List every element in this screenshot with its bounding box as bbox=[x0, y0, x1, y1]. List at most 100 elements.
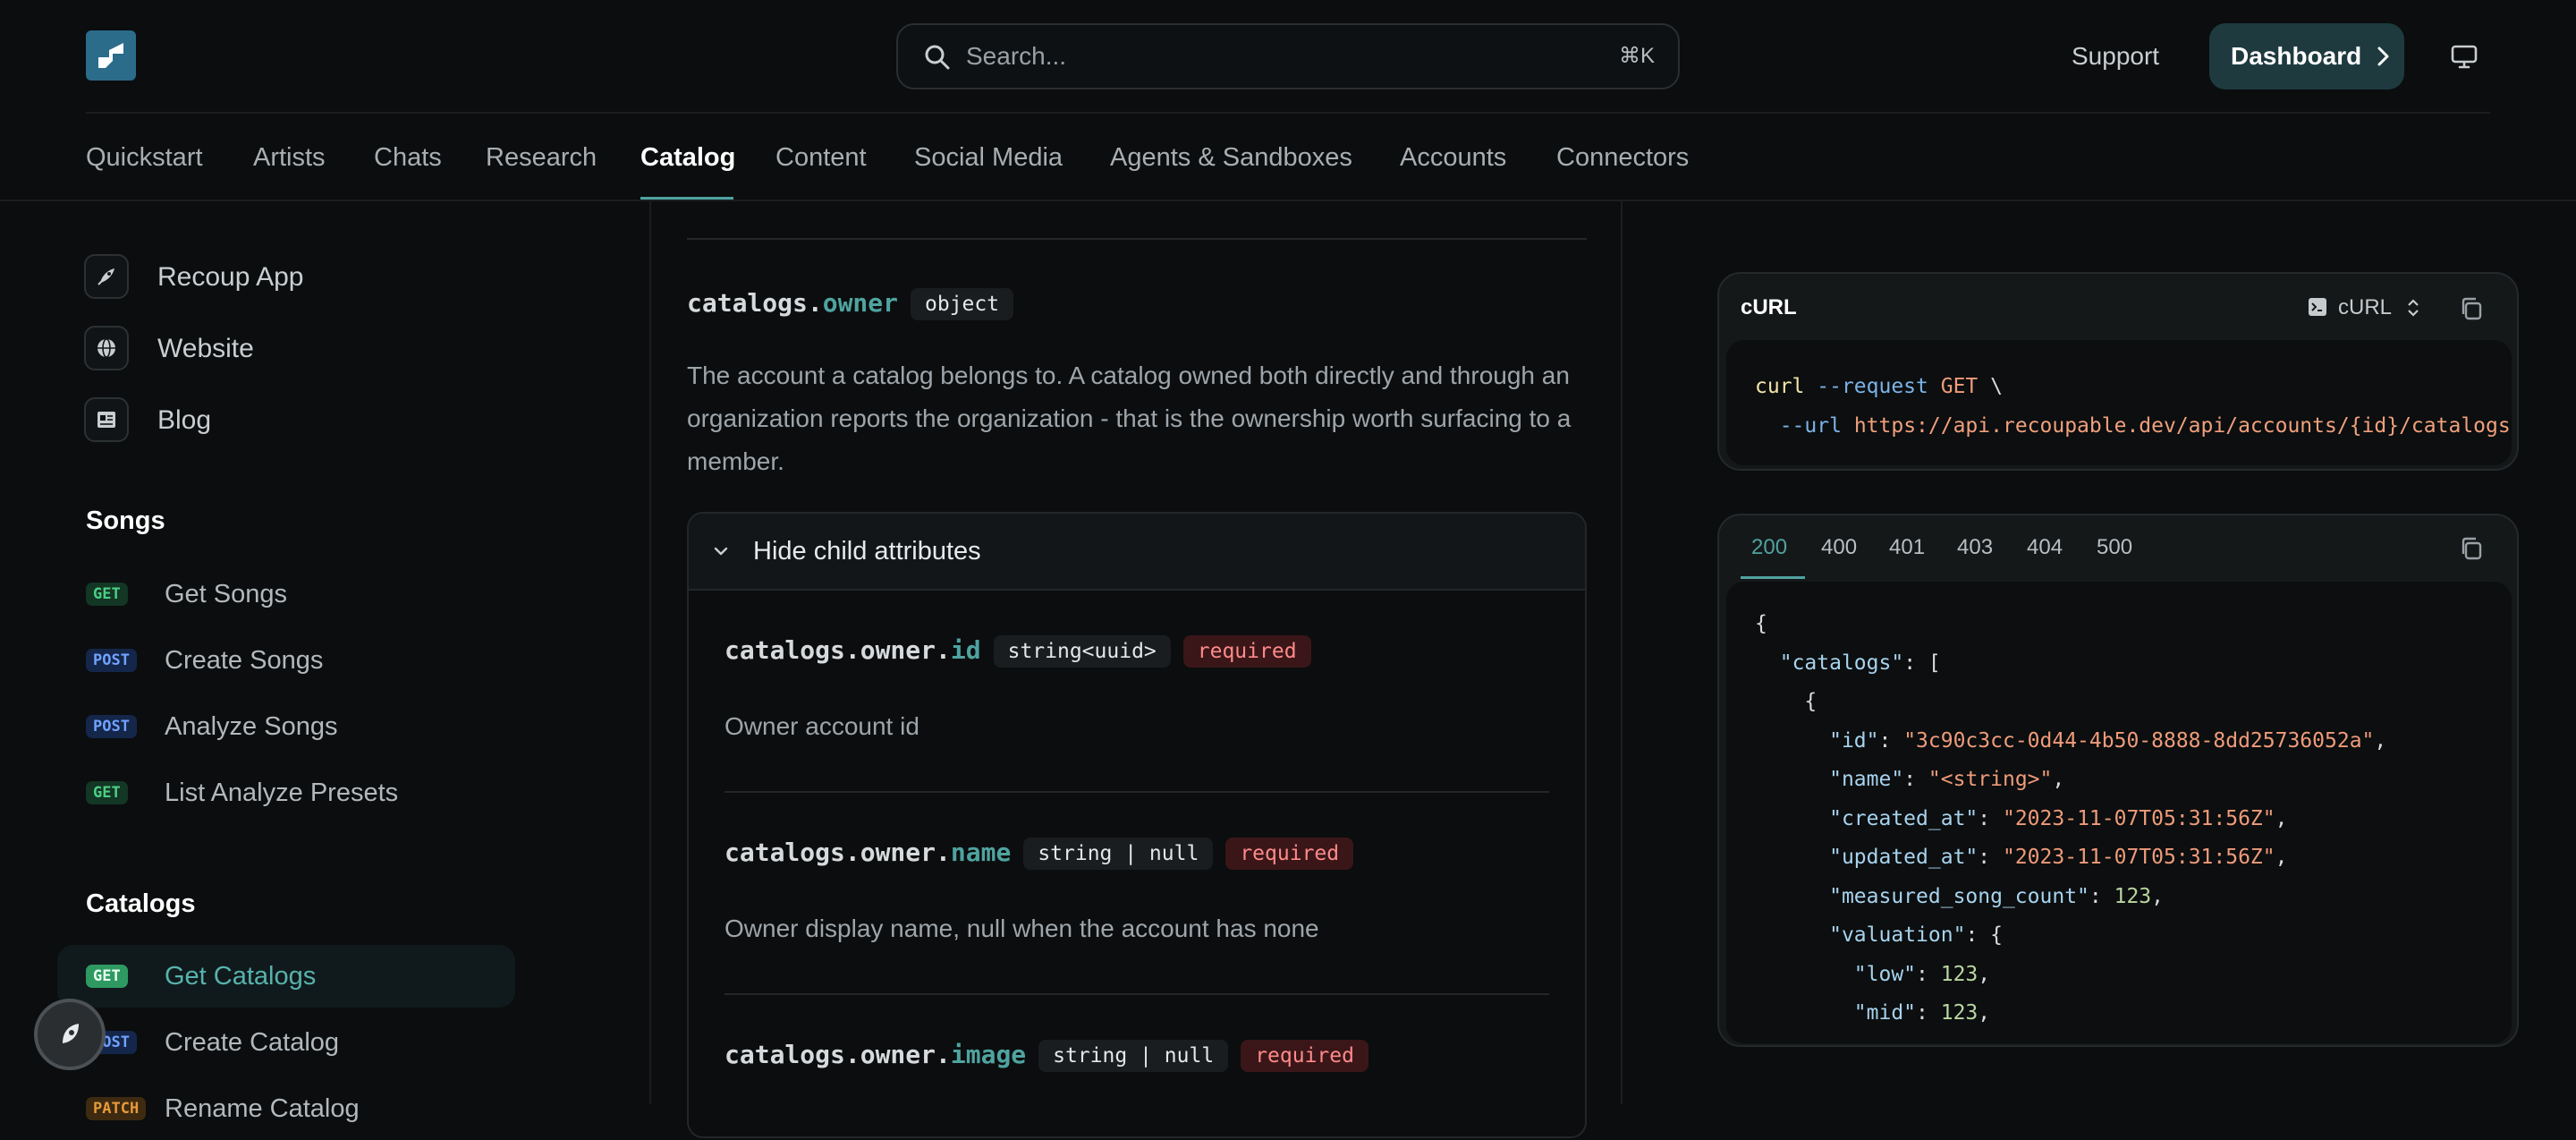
tab-quickstart[interactable]: Quickstart bbox=[86, 115, 203, 200]
sidebar-item-create-catalog[interactable]: POST Create Catalog bbox=[57, 1011, 515, 1074]
header-divider bbox=[86, 112, 2490, 114]
tab-status-500[interactable]: 500 bbox=[2097, 515, 2132, 580]
sidebar-heading-songs: Songs bbox=[86, 506, 165, 535]
type-chip: string | null bbox=[1038, 1040, 1229, 1072]
param-prefix: catalogs.owner. bbox=[724, 635, 951, 665]
chevron-right-icon bbox=[2377, 47, 2389, 66]
sidebar-heading-catalogs: Catalogs bbox=[86, 889, 196, 918]
top-navbar: Search... ⌘K Support Dashboard bbox=[0, 0, 2576, 111]
sidebar-item-get-catalogs[interactable]: GET Get Catalogs bbox=[57, 945, 515, 1008]
section-divider bbox=[687, 238, 1587, 240]
method-badge: GET bbox=[86, 781, 128, 804]
globe-icon bbox=[84, 326, 129, 370]
sidebar-item-label: Get Catalogs bbox=[165, 962, 317, 991]
code-token: --request bbox=[1817, 375, 1928, 398]
response-code-block: { "catalogs": [ { "id": "3c90c3cc-0d44-4… bbox=[1726, 582, 2512, 1043]
copy-icon[interactable] bbox=[2458, 295, 2485, 322]
type-chip: object bbox=[911, 288, 1014, 320]
tab-research[interactable]: Research bbox=[486, 115, 597, 200]
sidebar-item-label: List Analyze Presets bbox=[165, 778, 399, 807]
required-badge: required bbox=[1182, 635, 1311, 668]
param-prefix: catalogs.owner. bbox=[724, 838, 951, 867]
newspaper-icon bbox=[84, 397, 129, 442]
required-badge: required bbox=[1241, 1040, 1368, 1072]
section-divider bbox=[724, 993, 1549, 995]
code-token: https://api.recoupable.dev/api/accounts/… bbox=[1853, 414, 2511, 438]
sidebar-item-create-songs[interactable]: POST Create Songs bbox=[57, 629, 515, 692]
sidebar-item-analyze-songs[interactable]: POST Analyze Songs bbox=[57, 695, 515, 758]
request-example-card: cURL cURL curl --request GET \ --url htt… bbox=[1717, 272, 2519, 471]
sidebar-link-label: Website bbox=[157, 334, 254, 363]
code-token: --url bbox=[1779, 414, 1842, 438]
method-badge: POST bbox=[86, 715, 137, 738]
json-value: 123 bbox=[2114, 884, 2152, 908]
json-value: 123 bbox=[1940, 962, 1979, 986]
param-field-name: owner bbox=[822, 288, 899, 318]
child-toggle-label: Hide child attributes bbox=[753, 537, 981, 566]
dashboard-button-label: Dashboard bbox=[2231, 42, 2362, 70]
assistant-button[interactable] bbox=[34, 999, 106, 1070]
chevron-down-icon bbox=[714, 547, 728, 556]
sidebar-link-label: Blog bbox=[157, 405, 212, 435]
code-token: \ bbox=[1990, 375, 2003, 398]
active-status-indicator bbox=[1741, 576, 1805, 579]
tab-chats[interactable]: Chats bbox=[374, 115, 442, 200]
param-description: Owner display name, null when the accoun… bbox=[724, 915, 1319, 942]
param-description: Owner account id bbox=[724, 712, 919, 740]
param-owner-image: catalogs.owner.image string | null require… bbox=[724, 1040, 1368, 1072]
type-chip: string<uuid> bbox=[993, 635, 1171, 668]
sidebar-item-label: Get Songs bbox=[165, 580, 288, 608]
tab-accounts[interactable]: Accounts bbox=[1400, 115, 1506, 200]
language-label: cURL bbox=[2338, 295, 2393, 319]
sidebar-item-label: Rename Catalog bbox=[165, 1094, 360, 1123]
content-border bbox=[649, 201, 651, 1104]
tab-artists[interactable]: Artists bbox=[253, 115, 326, 200]
json-value: 3c90c3cc-0d44-4b50-8888-8dd25736052a bbox=[1916, 728, 2362, 753]
tab-catalog[interactable]: Catalog bbox=[640, 115, 735, 200]
logo-icon[interactable] bbox=[86, 30, 136, 81]
dashboard-button[interactable]: Dashboard bbox=[2209, 23, 2404, 89]
support-link[interactable]: Support bbox=[2072, 0, 2159, 113]
sidebar-item-get-songs[interactable]: GET Get Songs bbox=[57, 563, 515, 625]
tab-status-403[interactable]: 403 bbox=[1957, 515, 1993, 580]
tab-content[interactable]: Content bbox=[775, 115, 867, 200]
assistant-icon bbox=[63, 1024, 79, 1043]
monitor-icon[interactable] bbox=[2449, 41, 2479, 72]
sidebar-item-rename-catalog[interactable]: PATCH Rename Catalog bbox=[57, 1077, 515, 1140]
child-attributes-toggle[interactable]: Hide child attributes bbox=[689, 514, 1585, 591]
sidebar-item-label: Analyze Songs bbox=[165, 712, 338, 741]
param-field-name: name bbox=[950, 838, 1012, 867]
json-key: valuation bbox=[1841, 923, 1953, 947]
tab-status-404[interactable]: 404 bbox=[2027, 515, 2063, 580]
section-divider bbox=[724, 791, 1549, 793]
json-value: 2023-11-07T05:31:56Z bbox=[2014, 806, 2263, 830]
sidebar-item-list-analyze-presets[interactable]: GET List Analyze Presets bbox=[57, 761, 515, 824]
sidebar-item-label: Create Songs bbox=[165, 646, 324, 675]
tab-status-400[interactable]: 400 bbox=[1821, 515, 1857, 580]
method-badge: POST bbox=[86, 649, 137, 672]
method-badge: GET bbox=[86, 583, 128, 606]
copy-icon[interactable] bbox=[2458, 535, 2485, 562]
tab-social-media[interactable]: Social Media bbox=[914, 115, 1063, 200]
tab-connectors[interactable]: Connectors bbox=[1556, 115, 1689, 200]
child-attributes-box: Hide child attributes catalogs.owner.id s… bbox=[687, 512, 1587, 1138]
rocket-icon bbox=[84, 254, 129, 299]
code-token: curl bbox=[1755, 375, 1805, 398]
tab-status-200[interactable]: 200 bbox=[1751, 515, 1787, 580]
param-prefix: catalogs.owner. bbox=[724, 1040, 951, 1069]
method-badge: GET bbox=[86, 965, 128, 988]
request-card-title: cURL bbox=[1741, 295, 1797, 319]
code-line: curl --request GET \ bbox=[1755, 375, 2003, 398]
param-description: The account a catalog belongs to. A cata… bbox=[687, 362, 1572, 475]
json-key: catalogs bbox=[1792, 651, 1892, 675]
search-shortcut: ⌘K bbox=[1618, 44, 1655, 68]
type-chip: string | null bbox=[1023, 838, 1214, 870]
param-owner-name: catalogs.owner.name string | null required bbox=[724, 838, 1354, 870]
search-placeholder: Search... bbox=[966, 42, 1067, 70]
tab-agents-sandboxes[interactable]: Agents & Sandboxes bbox=[1110, 115, 1352, 200]
sidebar-link-label: Recoup App bbox=[157, 262, 304, 292]
tabs-divider bbox=[0, 200, 2576, 201]
search-input[interactable]: Search... ⌘K bbox=[896, 23, 1680, 89]
chevron-up-down-icon bbox=[2408, 299, 2419, 317]
tab-status-401[interactable]: 401 bbox=[1889, 515, 1925, 580]
